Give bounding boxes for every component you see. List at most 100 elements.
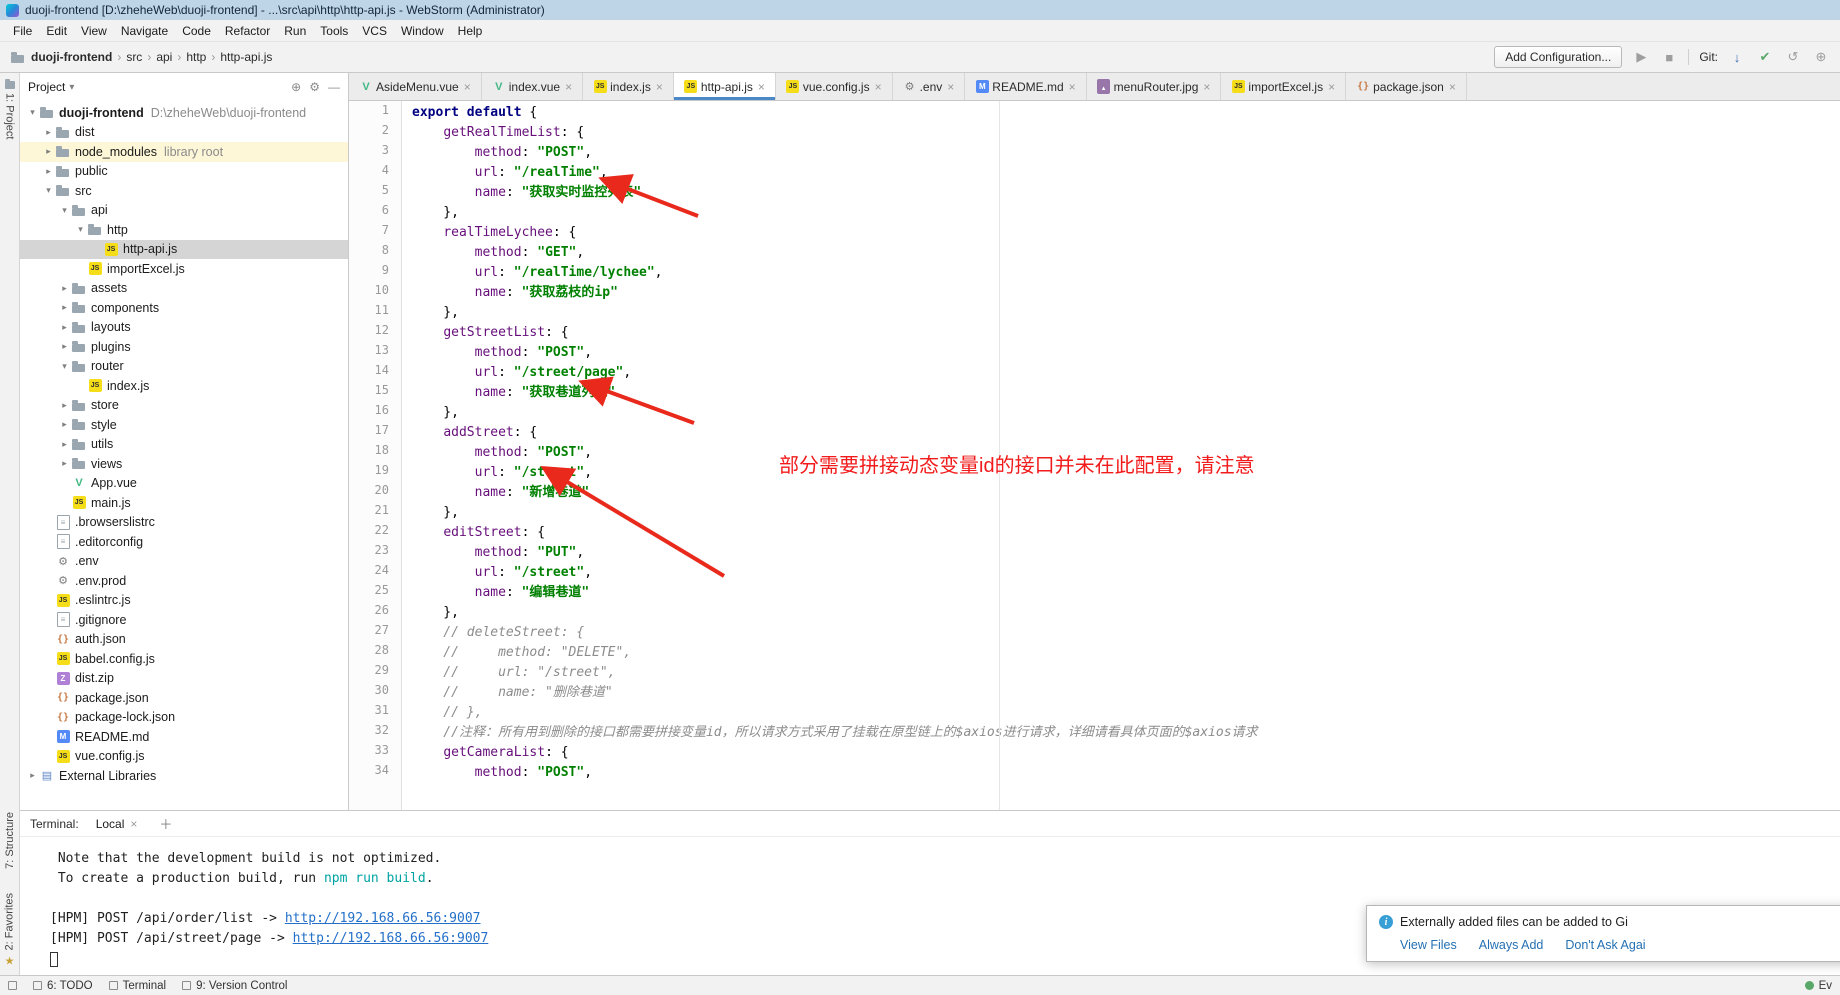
terminal-tab-local[interactable]: Local × bbox=[89, 815, 146, 833]
tab-asidemenu-vue[interactable]: AsideMenu.vue× bbox=[349, 73, 482, 100]
tree-item-gitignore[interactable]: .gitignore bbox=[20, 610, 348, 630]
tab-readme-md[interactable]: README.md× bbox=[965, 73, 1086, 100]
close-icon[interactable]: × bbox=[1068, 80, 1077, 94]
close-icon[interactable]: × bbox=[655, 80, 664, 94]
search-everywhere-icon[interactable]: ⊕ bbox=[1812, 49, 1830, 65]
tree-item-index-js[interactable]: index.js bbox=[20, 376, 348, 396]
tree-item-dist[interactable]: ▸dist bbox=[20, 123, 348, 143]
statusbar-terminal[interactable]: Terminal bbox=[109, 980, 166, 992]
menu-view[interactable]: View bbox=[74, 22, 114, 40]
notification-action-always-add[interactable]: Always Add bbox=[1479, 938, 1544, 952]
chevron-right-icon[interactable]: ▸ bbox=[58, 302, 71, 313]
tree-item-router[interactable]: ▾router bbox=[20, 357, 348, 377]
close-icon[interactable]: × bbox=[564, 80, 573, 94]
menu-refactor[interactable]: Refactor bbox=[218, 22, 277, 40]
chevron-right-icon[interactable]: ▸ bbox=[26, 770, 39, 781]
tree-item-auth-json[interactable]: auth.json bbox=[20, 630, 348, 650]
tree-item-http-api-js[interactable]: http-api.js bbox=[20, 240, 348, 260]
chevron-down-icon[interactable]: ▾ bbox=[26, 107, 39, 118]
tab-index-vue[interactable]: index.vue× bbox=[482, 73, 583, 100]
notification-action-don-t-ask-agai[interactable]: Don't Ask Agai bbox=[1565, 938, 1645, 952]
close-icon[interactable]: × bbox=[1202, 80, 1211, 94]
close-icon[interactable]: × bbox=[874, 80, 883, 94]
tab-menurouter-jpg[interactable]: menuRouter.jpg× bbox=[1087, 73, 1222, 100]
tree-item-editorconfig[interactable]: .editorconfig bbox=[20, 532, 348, 552]
hide-panel-icon[interactable]: — bbox=[328, 80, 340, 94]
history-icon[interactable]: ↺ bbox=[1784, 49, 1802, 65]
tree-item-components[interactable]: ▸components bbox=[20, 298, 348, 318]
menu-navigate[interactable]: Navigate bbox=[114, 22, 175, 40]
add-configuration-button[interactable]: Add Configuration... bbox=[1494, 46, 1622, 68]
tree-item-views[interactable]: ▸views bbox=[20, 454, 348, 474]
breadcrumb-item-http-api-js[interactable]: http-api.js bbox=[220, 50, 272, 64]
chevron-down-icon[interactable]: ▾ bbox=[58, 361, 71, 372]
tree-item-http[interactable]: ▾http bbox=[20, 220, 348, 240]
tab-vue-config-js[interactable]: vue.config.js× bbox=[776, 73, 893, 100]
breadcrumb-item-http[interactable]: http bbox=[186, 50, 206, 64]
tree-item-eslintrc-js[interactable]: .eslintrc.js bbox=[20, 591, 348, 611]
chevron-down-icon[interactable]: ▾ bbox=[69, 82, 74, 93]
project-panel-title[interactable]: Project bbox=[28, 80, 65, 94]
tree-item-assets[interactable]: ▸assets bbox=[20, 279, 348, 299]
tab-importexcel-js[interactable]: importExcel.js× bbox=[1221, 73, 1346, 100]
tree-item-src[interactable]: ▾src bbox=[20, 181, 348, 201]
tree-item-layouts[interactable]: ▸layouts bbox=[20, 318, 348, 338]
breadcrumb-item-src[interactable]: src bbox=[126, 50, 142, 64]
notification-action-view-files[interactable]: View Files bbox=[1400, 938, 1457, 952]
tab-package-json[interactable]: package.json× bbox=[1346, 73, 1467, 100]
chevron-right-icon[interactable]: ▸ bbox=[42, 166, 55, 177]
editor-area[interactable]: 1234567891011121314151617181920212223242… bbox=[349, 101, 1840, 810]
tree-item-babel-config-js[interactable]: babel.config.js bbox=[20, 649, 348, 669]
close-icon[interactable]: × bbox=[757, 80, 766, 94]
tree-item-duoji-frontend[interactable]: ▾duoji-frontendD:\zheheWeb\duoji-fronten… bbox=[20, 103, 348, 123]
gear-icon[interactable]: ⚙ bbox=[309, 80, 320, 94]
chevron-right-icon[interactable]: ▸ bbox=[58, 439, 71, 450]
menu-window[interactable]: Window bbox=[394, 22, 451, 40]
tree-item-browserslistrc[interactable]: .browserslistrc bbox=[20, 513, 348, 533]
chevron-right-icon[interactable]: ▸ bbox=[58, 419, 71, 430]
chevron-right-icon[interactable]: ▸ bbox=[58, 322, 71, 333]
event-log-item[interactable]: Ev bbox=[1805, 980, 1832, 992]
tree-item-external-libraries[interactable]: ▸External Libraries bbox=[20, 766, 348, 786]
menu-help[interactable]: Help bbox=[451, 22, 490, 40]
tree-item-utils[interactable]: ▸utils bbox=[20, 435, 348, 455]
chevron-right-icon[interactable]: ▸ bbox=[42, 146, 55, 157]
tree-item-dist-zip[interactable]: dist.zip bbox=[20, 669, 348, 689]
run-icon[interactable]: ▶ bbox=[1632, 49, 1650, 65]
close-icon[interactable]: × bbox=[1448, 80, 1457, 94]
tree-item-main-js[interactable]: main.js bbox=[20, 493, 348, 513]
menu-code[interactable]: Code bbox=[175, 22, 218, 40]
new-terminal-icon[interactable]: ＋ bbox=[155, 814, 176, 833]
tree-item-plugins[interactable]: ▸plugins bbox=[20, 337, 348, 357]
tab-index-js[interactable]: index.js× bbox=[583, 73, 674, 100]
chevron-down-icon[interactable]: ▾ bbox=[42, 185, 55, 196]
stop-icon[interactable]: ■ bbox=[1660, 50, 1678, 65]
close-icon[interactable]: × bbox=[946, 80, 955, 94]
breadcrumb-item-api[interactable]: api bbox=[156, 50, 172, 64]
chevron-down-icon[interactable]: ▾ bbox=[74, 224, 87, 235]
tree-item-env-prod[interactable]: .env.prod bbox=[20, 571, 348, 591]
chevron-right-icon[interactable]: ▸ bbox=[58, 283, 71, 294]
menu-run[interactable]: Run bbox=[277, 22, 313, 40]
tree-item-api[interactable]: ▾api bbox=[20, 201, 348, 221]
statusbar-6-todo[interactable]: 6: TODO bbox=[33, 980, 93, 992]
tree-item-app-vue[interactable]: App.vue bbox=[20, 474, 348, 494]
menu-file[interactable]: File bbox=[6, 22, 39, 40]
tab-http-api-js[interactable]: http-api.js× bbox=[674, 73, 776, 100]
chevron-down-icon[interactable]: ▾ bbox=[58, 205, 71, 216]
tree-item-env[interactable]: .env bbox=[20, 552, 348, 572]
chevron-right-icon[interactable]: ▸ bbox=[42, 127, 55, 138]
close-icon[interactable]: × bbox=[1327, 80, 1336, 94]
close-icon[interactable]: × bbox=[129, 817, 138, 831]
tree-item-style[interactable]: ▸style bbox=[20, 415, 348, 435]
tree-item-readme-md[interactable]: README.md bbox=[20, 727, 348, 747]
close-icon[interactable]: × bbox=[463, 80, 472, 94]
terminal-link[interactable]: http://192.168.66.56:9007 bbox=[293, 931, 489, 946]
menu-edit[interactable]: Edit bbox=[39, 22, 74, 40]
terminal-link[interactable]: http://192.168.66.56:9007 bbox=[285, 911, 481, 926]
tree-item-package-json[interactable]: package.json bbox=[20, 688, 348, 708]
terminal-cursor[interactable] bbox=[50, 952, 58, 967]
menu-vcs[interactable]: VCS bbox=[355, 22, 394, 40]
tree-item-store[interactable]: ▸store bbox=[20, 396, 348, 416]
stripe-button-1-project[interactable]: 1: Project bbox=[4, 81, 16, 139]
